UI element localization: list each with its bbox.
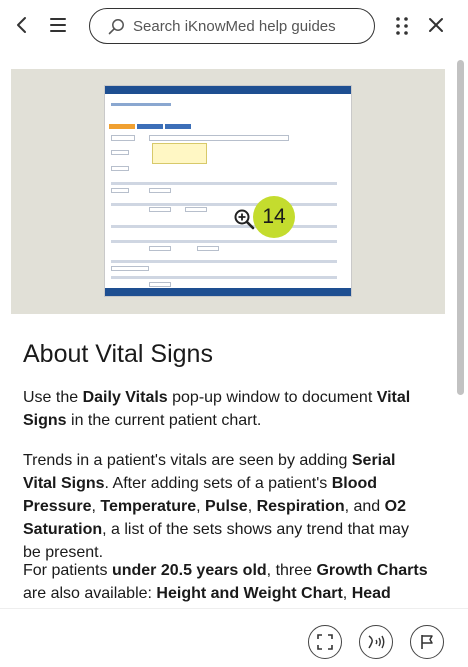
article-heading: About Vital Signs — [23, 340, 213, 368]
screenshot-row — [111, 182, 337, 185]
article-paragraph: For patients under 20.5 years old, three… — [23, 559, 431, 605]
scrollbar-thumb[interactable] — [457, 60, 464, 395]
screenshot-field — [149, 282, 171, 287]
paragraph-text: , — [196, 498, 206, 515]
screenshot-title-bar — [105, 86, 351, 94]
paragraph-text: Trends in a patient's vitals are seen by… — [23, 452, 352, 469]
fullscreen-icon — [317, 634, 333, 650]
top-bar — [0, 0, 468, 52]
article-content: 14 About Vital Signs Use the Daily Vital… — [0, 52, 458, 608]
step-number-badge[interactable]: 14 — [253, 196, 295, 238]
screenshot-field — [111, 266, 149, 271]
screenshot-tab — [109, 124, 135, 129]
read-aloud-button[interactable] — [359, 625, 393, 659]
back-button[interactable] — [10, 13, 34, 37]
screenshot-field — [111, 188, 129, 193]
paragraph-text: pop-up window to document — [167, 389, 377, 406]
flag-icon — [421, 635, 433, 649]
fullscreen-button[interactable] — [308, 625, 342, 659]
screenshot-field — [185, 207, 207, 212]
screenshot-row — [111, 103, 171, 106]
flag-button[interactable] — [410, 625, 444, 659]
paragraph-text: , and — [344, 498, 385, 515]
paragraph-text: in the current patient chart. — [66, 412, 262, 429]
bold-term: Pulse — [205, 498, 248, 515]
screenshot-row — [111, 225, 337, 228]
screenshot-field — [197, 246, 219, 251]
bold-term: Respiration — [256, 498, 345, 515]
article-paragraph: Trends in a patient's vitals are seen by… — [23, 449, 431, 564]
screenshot-field — [149, 207, 171, 212]
screenshot-field — [111, 150, 129, 155]
zoom-in-icon[interactable] — [233, 208, 255, 230]
close-icon — [429, 18, 443, 32]
hamburger-menu-icon — [50, 18, 66, 32]
screenshot-tabs — [109, 124, 191, 129]
screenshot-row — [111, 240, 337, 243]
content-fade-overlay — [0, 600, 458, 608]
screenshot-field — [149, 135, 289, 141]
screenshot-tab — [137, 124, 163, 129]
screenshot-note — [152, 143, 207, 164]
screenshot-footer — [105, 288, 351, 296]
screenshot-row — [111, 260, 337, 263]
daily-vitals-screenshot-thumbnail[interactable] — [104, 85, 352, 297]
grid-dots-icon — [396, 17, 408, 35]
screenshot-tab — [165, 124, 191, 129]
screenshot-row — [111, 203, 337, 206]
bold-term: Growth Charts — [316, 562, 428, 579]
screenshot-field — [149, 188, 171, 193]
close-button[interactable] — [424, 13, 448, 37]
paragraph-text: , — [247, 498, 257, 515]
screenshot-field — [149, 246, 171, 251]
paragraph-text: For patients — [23, 562, 112, 579]
screenshot-row — [111, 276, 337, 279]
search-icon — [108, 18, 124, 34]
bottom-toolbar — [0, 608, 468, 667]
menu-button[interactable] — [46, 13, 70, 37]
bold-term: Temperature — [100, 498, 197, 515]
search-box[interactable] — [89, 8, 375, 44]
hero-image: 14 — [11, 69, 445, 314]
more-options-button[interactable] — [390, 14, 414, 38]
paragraph-text: Use the — [23, 389, 83, 406]
paragraph-text: . After adding sets of a patient's — [104, 475, 332, 492]
article-paragraph: Use the Daily Vitals pop-up window to do… — [23, 386, 431, 432]
chevron-left-icon — [17, 17, 26, 33]
screenshot-field — [111, 166, 129, 171]
bold-term: Daily Vitals — [82, 389, 168, 406]
bold-term: under 20.5 years old — [111, 562, 267, 579]
search-input[interactable] — [133, 17, 373, 35]
text-to-speech-icon — [368, 635, 385, 649]
paragraph-text: , three — [266, 562, 317, 579]
screenshot-field — [111, 135, 135, 141]
